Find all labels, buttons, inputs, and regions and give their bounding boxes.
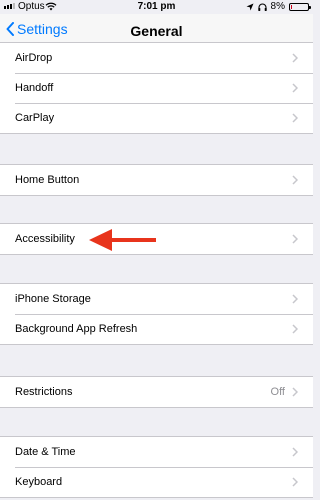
- chevron-right-icon: [292, 113, 298, 123]
- settings-group-sharing: AirDrop Handoff CarPlay: [0, 42, 313, 134]
- chevron-right-icon: [292, 294, 298, 304]
- battery-icon: [289, 2, 311, 11]
- row-label: AirDrop: [15, 52, 53, 64]
- settings-group-date-keyboard: Date & Time Keyboard: [0, 436, 313, 498]
- row-keyboard[interactable]: Keyboard: [0, 467, 313, 497]
- settings-group-restrictions: Restrictions Off: [0, 376, 313, 408]
- row-background-app-refresh[interactable]: Background App Refresh: [0, 314, 313, 344]
- row-restrictions[interactable]: Restrictions Off: [0, 377, 313, 407]
- row-handoff[interactable]: Handoff: [0, 73, 313, 103]
- row-airdrop[interactable]: AirDrop: [0, 43, 313, 73]
- row-home-button[interactable]: Home Button: [0, 165, 313, 195]
- row-label: CarPlay: [15, 112, 55, 124]
- row-iphone-storage[interactable]: iPhone Storage: [0, 284, 313, 314]
- row-value: Off: [270, 386, 285, 398]
- row-carplay[interactable]: CarPlay: [0, 103, 313, 133]
- location-icon: [246, 3, 254, 10]
- red-arrow-icon: [89, 229, 156, 251]
- row-label: Accessibility: [15, 233, 75, 245]
- chevron-right-icon: [292, 477, 298, 487]
- chevron-right-icon: [292, 387, 298, 397]
- chevron-right-icon: [292, 175, 298, 185]
- chevron-right-icon: [292, 53, 298, 63]
- settings-group-home-button: Home Button: [0, 164, 313, 196]
- row-label: Background App Refresh: [15, 323, 138, 335]
- row-label: Handoff: [15, 82, 54, 94]
- settings-group-storage: iPhone Storage Background App Refresh: [0, 283, 313, 345]
- chevron-right-icon: [292, 447, 298, 457]
- battery-percent: 8%: [270, 1, 285, 12]
- headphones-icon: [257, 2, 267, 11]
- row-label: Restrictions: [15, 386, 73, 398]
- row-label: Date & Time: [15, 446, 76, 458]
- row-label: Keyboard: [15, 476, 63, 488]
- row-label: iPhone Storage: [15, 293, 91, 305]
- chevron-right-icon: [292, 234, 298, 244]
- status-bar: Optus 7:01 pm 8%: [0, 0, 313, 14]
- row-date-time[interactable]: Date & Time: [0, 437, 313, 467]
- battery-level-fill: [291, 4, 292, 9]
- row-label: Home Button: [15, 174, 80, 186]
- chevron-right-icon: [292, 324, 298, 334]
- page-title: General: [130, 23, 183, 39]
- chevron-right-icon: [292, 83, 298, 93]
